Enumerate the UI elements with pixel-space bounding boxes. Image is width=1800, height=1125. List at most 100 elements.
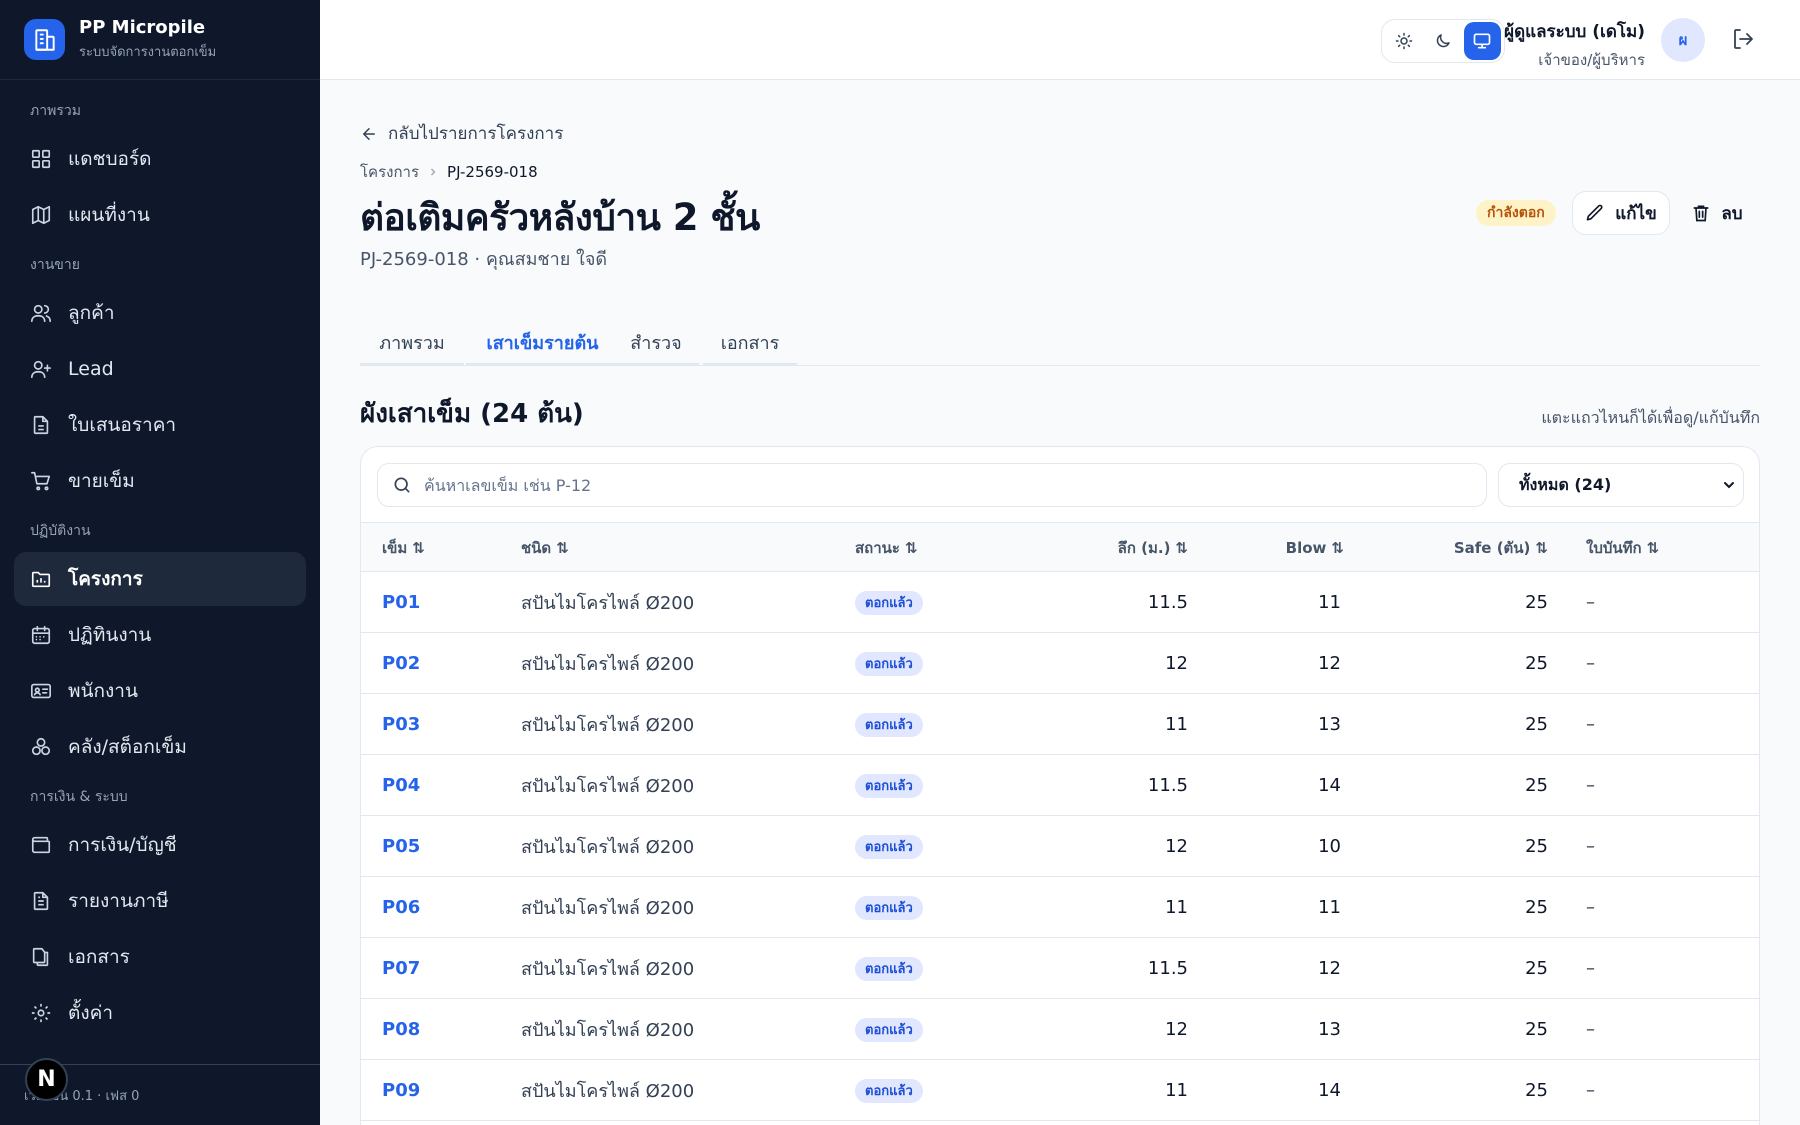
nav-group-label: งานขาย [30,257,80,273]
sidebar-item-map[interactable]: แผนที่งาน [14,188,306,242]
theme-light-button[interactable] [1385,22,1422,60]
theme-system-button[interactable] [1463,22,1501,60]
sidebar-item-label: รายงานภาษี [68,890,169,912]
pile-id[interactable]: P06 [382,877,420,938]
table-row[interactable]: P04 สปันไมโครไพล์ Ø200 ตอกแล้ว 11.5 14 2… [361,755,1759,816]
log-value: – [1586,714,1595,735]
map-icon [31,205,51,225]
column-header-log[interactable]: ใบบันทึก ⇅ [1586,523,1659,573]
pile-id[interactable]: P07 [382,938,420,999]
theme-toggle [1381,19,1505,63]
pile-id[interactable]: P04 [382,755,420,816]
tab-survey[interactable]: สำรวจ [613,320,699,366]
breadcrumb-projects[interactable]: โครงการ [360,160,419,184]
sidebar-item-label: ปฏิทินงาน [68,624,152,646]
user-role: เจ้าของ/ผู้บริหาร [1538,51,1645,69]
logout-button[interactable] [1731,27,1755,55]
status-cell: ตอกแล้ว [855,755,923,816]
table-row[interactable]: P03 สปันไมโครไพล์ Ø200 ตอกแล้ว 11 13 25 … [361,694,1759,755]
back-to-projects-link[interactable]: กลับไปรายการโครงการ [360,120,563,147]
sidebar-item-customers[interactable]: ลูกค้า [14,286,306,340]
status-cell: ตอกแล้ว [855,633,923,694]
safe-load-value: 25 [1525,1019,1548,1040]
tab-bar: ภาพรวม เสาเข็มรายต้น สำรวจ เอกสาร [360,320,1760,366]
brand[interactable]: PP Micropile ระบบจัดการงานตอกเข็ม [0,0,320,80]
sidebar-item-sell-piles[interactable]: ขายเข็ม [14,454,306,508]
column-header-type[interactable]: ชนิด ⇅ [521,523,569,573]
sidebar-item-finance[interactable]: การเงิน/บัญชี [14,818,306,872]
safe-load-value: 25 [1525,1080,1548,1101]
table-row[interactable]: P05 สปันไมโครไพล์ Ø200 ตอกแล้ว 12 10 25 … [361,816,1759,877]
sidebar-item-dashboard[interactable]: แดชบอร์ด [14,132,306,186]
sidebar-item-staff[interactable]: พนักงาน [14,664,306,718]
pile-type: สปันไมโครไพล์ Ø200 [521,959,695,980]
pile-type: สปันไมโครไพล์ Ø200 [521,898,695,919]
sidebar-item-projects[interactable]: โครงการ [14,552,306,606]
table-row[interactable]: P09 สปันไมโครไพล์ Ø200 ตอกแล้ว 11 14 25 … [361,1060,1759,1121]
building-logo-icon [24,19,65,60]
pencil-icon [1586,204,1603,221]
pile-type: สปันไมโครไพล์ Ø200 [521,1020,695,1041]
tab-overview[interactable]: ภาพรวม [360,320,464,366]
pile-id[interactable]: P08 [382,999,420,1060]
theme-dark-button[interactable] [1424,22,1461,60]
sidebar-item-label: แผนที่งาน [68,204,150,226]
table-row[interactable]: P02 สปันไมโครไพล์ Ø200 ตอกแล้ว 12 12 25 … [361,633,1759,694]
sidebar-item-lead[interactable]: Lead [14,342,306,396]
status-badge: ตอกแล้ว [855,834,923,859]
log-value: – [1586,897,1595,918]
log-value: – [1586,1080,1595,1101]
sidebar-item-quotation[interactable]: ใบเสนอราคา [14,398,306,452]
column-header-status[interactable]: สถานะ ⇅ [855,523,918,573]
user-plus-icon [31,360,51,379]
cart-icon [31,471,51,491]
table-row[interactable]: P08 สปันไมโครไพล์ Ø200 ตอกแล้ว 12 13 25 … [361,999,1759,1060]
edit-button[interactable]: แก้ไข [1572,191,1670,235]
sidebar-item-label: การเงิน/บัญชี [68,834,177,856]
edit-button-label: แก้ไข [1615,203,1657,224]
depth-value: 11.5 [1147,592,1188,613]
search-input[interactable] [424,475,1424,495]
pile-type: สปันไมโครไพล์ Ø200 [521,1081,695,1102]
blow-value: 13 [1318,714,1341,735]
log-value: – [1586,836,1595,857]
sidebar-item-settings[interactable]: ตั้งค่า [14,986,306,1040]
column-header-depth[interactable]: ลึก (ม.) ⇅ [1061,523,1188,573]
sidebar-item-label: แดชบอร์ด [68,148,152,170]
pile-id[interactable]: P09 [382,1060,420,1121]
search-box [377,463,1487,507]
back-link-label: กลับไปรายการโครงการ [388,124,564,144]
table-row[interactable]: P07 สปันไมโครไพล์ Ø200 ตอกแล้ว 11.5 12 2… [361,938,1759,999]
column-header-safe[interactable]: Safe (ตัน) ⇅ [1361,523,1548,573]
next-dev-badge[interactable]: N [25,1058,68,1101]
nav-group-label: ปฏิบัติงาน [30,523,91,539]
column-header-pile[interactable]: เข็ม ⇅ [382,523,425,573]
brand-name: PP Micropile [79,17,206,39]
sidebar-item-label: ขายเข็ม [68,470,135,492]
pile-id[interactable]: P01 [382,572,420,633]
depth-value: 11.5 [1147,775,1188,796]
users-icon [31,304,51,323]
files-icon [32,947,49,967]
column-header-blow[interactable]: Blow ⇅ [1211,523,1344,573]
sidebar-item-tax-report[interactable]: รายงานภาษี [14,874,306,928]
tab-piles[interactable]: เสาเข็มรายต้น [466,320,619,366]
status-filter-select[interactable]: ทั้งหมด (24) [1498,463,1744,507]
sidebar-item-calendar[interactable]: ปฏิทินงาน [14,608,306,662]
pile-id[interactable]: P03 [382,694,420,755]
sidebar-item-documents[interactable]: เอกสาร [14,930,306,984]
status-cell: ตอกแล้ว [855,1060,923,1121]
pile-id[interactable]: P02 [382,633,420,694]
table-row[interactable]: P06 สปันไมโครไพล์ Ø200 ตอกแล้ว 11 11 25 … [361,877,1759,938]
status-badge: ตอกแล้ว [855,895,923,920]
blow-value: 13 [1318,1019,1341,1040]
table-row[interactable]: P01 สปันไมโครไพล์ Ø200 ตอกแล้ว 11.5 11 2… [361,572,1759,633]
pile-id[interactable]: P05 [382,816,420,877]
avatar[interactable]: ผ [1661,18,1705,62]
depth-value: 11.5 [1147,958,1188,979]
safe-load-value: 25 [1525,836,1548,857]
tab-documents[interactable]: เอกสาร [703,320,797,366]
sidebar-item-stock[interactable]: คลัง/สต็อกเข็ม [14,720,306,774]
log-value: – [1586,592,1595,613]
delete-button[interactable]: ลบ [1682,191,1752,235]
